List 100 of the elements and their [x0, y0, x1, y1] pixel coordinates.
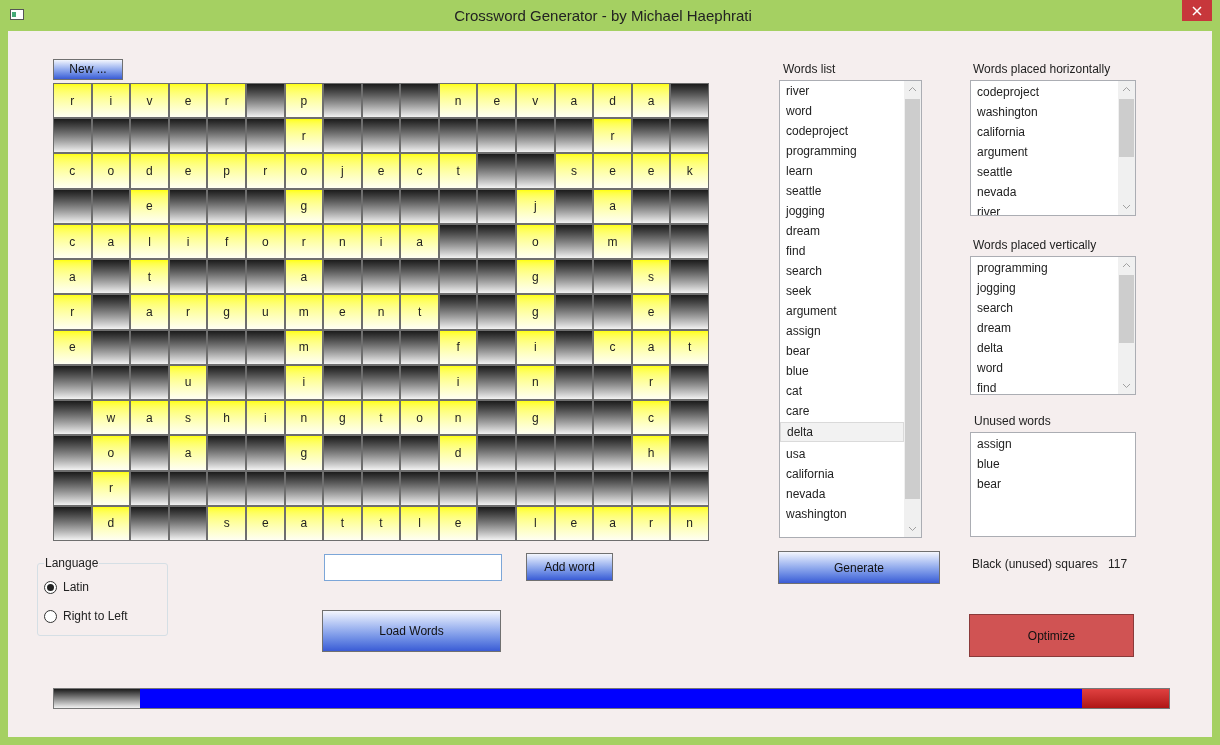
radio-button[interactable]	[44, 580, 57, 594]
blocked-cell	[92, 119, 130, 153]
list-item[interactable]: argument	[977, 142, 1118, 162]
radio-option[interactable]: Right to Left	[44, 607, 161, 625]
words-list-box[interactable]: river word codeproject programming learn seattle jogging dream find search seek argument assign bear blue cat care delta usa california nevada washington	[779, 80, 922, 538]
list-item[interactable]: codeproject	[977, 82, 1118, 102]
list-item[interactable]: seattle	[977, 162, 1118, 182]
add-word-button[interactable]: Add word	[526, 553, 613, 581]
blocked-cell	[632, 119, 670, 153]
list-item[interactable]: assign	[780, 322, 904, 342]
optimize-button[interactable]: Optimize	[969, 614, 1134, 657]
scrollbar-thumb[interactable]	[1119, 99, 1134, 157]
scrollbar-thumb[interactable]	[1119, 275, 1134, 343]
scroll-up-icon[interactable]	[908, 86, 917, 92]
blocked-cell	[439, 295, 477, 329]
blocked-cell	[517, 436, 554, 470]
letter-cell: e	[169, 154, 207, 188]
blocked-cell	[517, 119, 554, 153]
blocked-cell	[671, 84, 708, 118]
list-item[interactable]: word	[780, 102, 904, 122]
list-item[interactable]: blue	[780, 362, 904, 382]
letter-cell: f	[208, 224, 245, 259]
list-item[interactable]: nevada	[780, 485, 904, 505]
list-item[interactable]: california	[977, 122, 1118, 142]
list-item[interactable]: word	[977, 358, 1118, 378]
list-item[interactable]: search	[977, 298, 1118, 318]
blocked-cell	[671, 295, 708, 329]
list-item[interactable]: search	[780, 262, 904, 282]
load-words-button[interactable]: Load Words	[322, 610, 501, 652]
scroll-up-icon[interactable]	[1122, 86, 1131, 92]
list-box[interactable]: assign blue bear	[970, 432, 1136, 537]
scrollbar-thumb[interactable]	[905, 99, 920, 499]
letter-cell: a	[401, 224, 438, 259]
letter-cell: r	[594, 119, 631, 153]
blocked-cell	[208, 471, 245, 505]
list-item[interactable]: washington	[780, 505, 904, 525]
list-item[interactable]: assign	[977, 434, 1135, 454]
word-input-field[interactable]	[324, 554, 502, 581]
blocked-cell	[324, 436, 361, 470]
list-item[interactable]: river	[780, 82, 904, 102]
scrollbar[interactable]	[1118, 257, 1135, 394]
letter-cell: d	[439, 436, 477, 470]
list-item[interactable]: california	[780, 465, 904, 485]
scrollbar[interactable]	[904, 81, 921, 537]
squares-count-label: Black (unused) squares	[972, 556, 1099, 573]
letter-cell: o	[517, 224, 554, 259]
list-item[interactable]: usa	[780, 445, 904, 465]
list-item[interactable]: blue	[977, 454, 1135, 474]
letter-cell: a	[594, 506, 631, 540]
scroll-down-icon[interactable]	[908, 526, 917, 532]
list-item[interactable]: bear	[780, 342, 904, 362]
letter-cell: g	[324, 401, 361, 435]
radio-option[interactable]: Latin	[44, 578, 161, 596]
list-item[interactable]: seattle	[780, 182, 904, 202]
letter-cell: e	[478, 84, 516, 118]
list-item[interactable]: codeproject	[780, 122, 904, 142]
list-item[interactable]: learn	[780, 162, 904, 182]
letter-cell: p	[285, 84, 323, 118]
list-item[interactable]: bear	[977, 474, 1135, 494]
new-button[interactable]: New ...	[53, 58, 123, 80]
blocked-cell	[362, 119, 400, 153]
letter-cell: e	[131, 189, 168, 223]
list-item[interactable]: cat	[780, 382, 904, 402]
list-item[interactable]: programming	[977, 258, 1118, 278]
letter-cell: e	[324, 295, 361, 329]
scroll-down-icon[interactable]	[1122, 383, 1131, 389]
blocked-cell	[478, 189, 516, 223]
scrollbar[interactable]	[1118, 81, 1135, 215]
close-button[interactable]	[1182, 0, 1212, 21]
list-item[interactable]: dream	[977, 318, 1118, 338]
list-item[interactable]: find	[977, 378, 1118, 394]
letter-cell: l	[517, 506, 554, 540]
blocked-cell	[169, 189, 207, 223]
list-box[interactable]: programming jogging search dream delta word find	[970, 256, 1136, 395]
letter-cell: v	[517, 84, 554, 118]
letter-cell: j	[324, 154, 361, 188]
list-item[interactable]: delta	[977, 338, 1118, 358]
list-item[interactable]: nevada	[977, 182, 1118, 202]
list-item[interactable]: programming	[780, 142, 904, 162]
list-title: Words list	[782, 61, 837, 78]
blocked-cell	[169, 330, 207, 364]
list-item[interactable]: washington	[977, 102, 1118, 122]
blocked-cell	[362, 189, 400, 223]
list-item[interactable]: delta	[780, 422, 904, 442]
generate-button[interactable]: Generate	[778, 551, 940, 584]
list-item[interactable]: seek	[780, 282, 904, 302]
letter-cell: l	[131, 224, 168, 259]
scroll-up-icon[interactable]	[1122, 262, 1131, 268]
list-item[interactable]: jogging	[977, 278, 1118, 298]
list-item[interactable]: argument	[780, 302, 904, 322]
blocked-cell	[671, 224, 708, 259]
blocked-cell	[594, 471, 631, 505]
radio-button[interactable]	[44, 609, 57, 623]
list-item[interactable]: dream	[780, 222, 904, 242]
list-item[interactable]: jogging	[780, 202, 904, 222]
letter-cell: a	[594, 189, 631, 223]
list-item[interactable]: care	[780, 402, 904, 422]
blocked-cell	[401, 365, 438, 400]
list-item[interactable]: find	[780, 242, 904, 262]
scroll-down-icon[interactable]	[1122, 204, 1131, 210]
